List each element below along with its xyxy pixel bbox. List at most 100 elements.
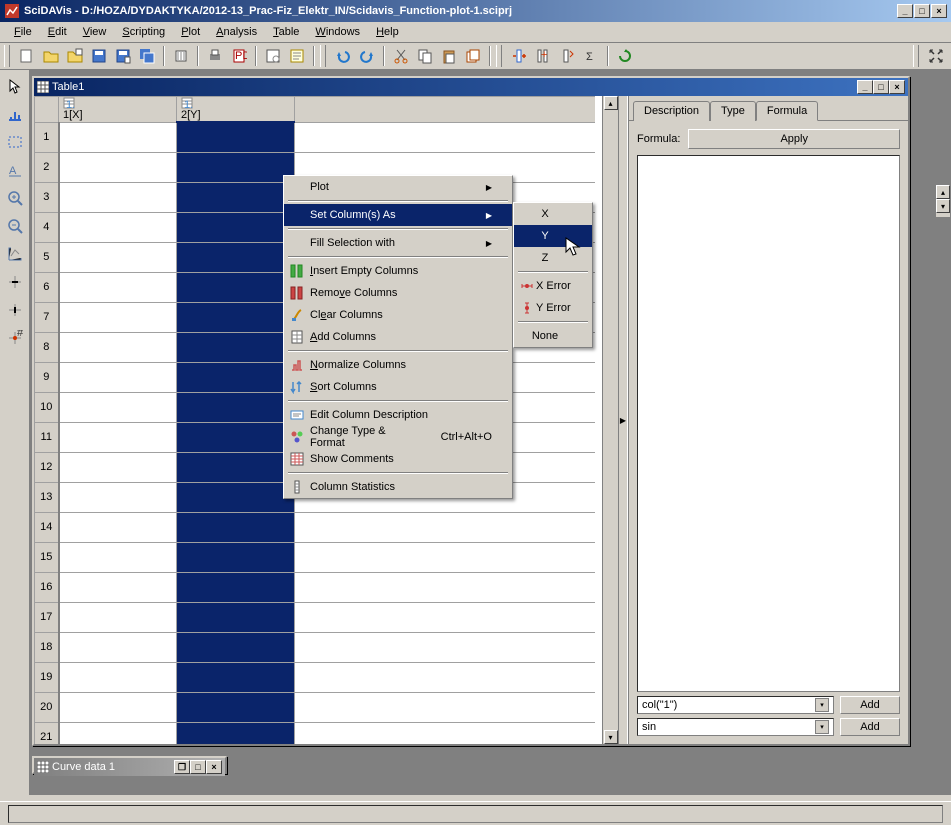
cell-selected[interactable] bbox=[177, 482, 295, 512]
cell-selected[interactable] bbox=[177, 692, 295, 722]
submenu-z[interactable]: Z bbox=[514, 247, 592, 269]
menu-help[interactable]: Help bbox=[368, 24, 407, 40]
ctx-add-columns[interactable]: Add Columns bbox=[284, 326, 512, 348]
zoom-in-icon[interactable] bbox=[3, 186, 27, 210]
table-window-titlebar[interactable]: Table1 _ □ × bbox=[34, 78, 908, 96]
cell-selected[interactable] bbox=[177, 122, 295, 152]
add-function-button[interactable]: Add bbox=[840, 718, 900, 736]
curve-restore-button[interactable]: ❐ bbox=[174, 760, 190, 774]
row-header[interactable]: 20 bbox=[35, 692, 59, 722]
cell[interactable] bbox=[59, 212, 177, 242]
ctx-show-comments[interactable]: Show Comments bbox=[284, 448, 512, 470]
cell-selected[interactable] bbox=[177, 362, 295, 392]
tab-formula[interactable]: Formula bbox=[756, 101, 818, 121]
explorer-icon[interactable] bbox=[262, 45, 284, 67]
zoom-out-icon[interactable] bbox=[3, 214, 27, 238]
row-header[interactable]: 11 bbox=[35, 422, 59, 452]
cell-selected[interactable] bbox=[177, 662, 295, 692]
ctx-clear-columns[interactable]: Clear Columns bbox=[284, 304, 512, 326]
cell-selected[interactable] bbox=[177, 182, 295, 212]
cell[interactable] bbox=[59, 242, 177, 272]
column-header-y[interactable]: 1.2 2[Y] bbox=[177, 97, 295, 123]
toolbar-grip-2[interactable] bbox=[320, 45, 326, 67]
open-template-icon[interactable] bbox=[64, 45, 86, 67]
cell-selected[interactable] bbox=[177, 242, 295, 272]
formula-textarea[interactable] bbox=[637, 155, 900, 692]
row-header[interactable]: 6 bbox=[35, 272, 59, 302]
row-header[interactable]: 9 bbox=[35, 362, 59, 392]
add-column-ref-button[interactable]: Add bbox=[840, 696, 900, 714]
scroll-down-button[interactable]: ▾ bbox=[604, 730, 618, 744]
cell[interactable] bbox=[59, 572, 177, 602]
cell-selected[interactable] bbox=[177, 632, 295, 662]
tab-type[interactable]: Type bbox=[710, 101, 756, 121]
recalculate-icon[interactable] bbox=[614, 45, 636, 67]
cell[interactable] bbox=[59, 542, 177, 572]
cell[interactable] bbox=[59, 452, 177, 482]
cell-selected[interactable] bbox=[177, 602, 295, 632]
add-column-icon[interactable] bbox=[508, 45, 530, 67]
set-column-icon[interactable] bbox=[556, 45, 578, 67]
apply-button[interactable]: Apply bbox=[688, 129, 900, 149]
expand-icon[interactable] bbox=[925, 45, 947, 67]
print-icon[interactable] bbox=[204, 45, 226, 67]
save-as-icon[interactable] bbox=[136, 45, 158, 67]
table-close-button[interactable]: × bbox=[889, 80, 905, 94]
cell-selected[interactable] bbox=[177, 332, 295, 362]
duplicate-icon[interactable] bbox=[462, 45, 484, 67]
row-header[interactable]: 15 bbox=[35, 542, 59, 572]
close-button[interactable]: × bbox=[931, 4, 947, 18]
menu-plot[interactable]: Plot bbox=[173, 24, 208, 40]
tab-description[interactable]: Description bbox=[633, 101, 710, 121]
ctx-remove-columns[interactable]: Remove Columns bbox=[284, 282, 512, 304]
ctx-insert-empty-columns[interactable]: Insert Empty Columns bbox=[284, 260, 512, 282]
menu-analysis[interactable]: Analysis bbox=[208, 24, 265, 40]
row-header[interactable]: 12 bbox=[35, 452, 59, 482]
menu-windows[interactable]: Windows bbox=[307, 24, 368, 40]
ctx-sort-columns[interactable]: Sort Columns bbox=[284, 376, 512, 398]
cell-selected[interactable] bbox=[177, 452, 295, 482]
table-maximize-button[interactable]: □ bbox=[873, 80, 889, 94]
open-icon[interactable] bbox=[40, 45, 62, 67]
menu-scripting[interactable]: Scripting bbox=[114, 24, 173, 40]
row-header[interactable]: 5 bbox=[35, 242, 59, 272]
ctx-normalize-columns[interactable]: Normalize Columns bbox=[284, 354, 512, 376]
cell[interactable] bbox=[59, 482, 177, 512]
cell-selected[interactable] bbox=[177, 212, 295, 242]
data-reader-icon[interactable] bbox=[3, 102, 27, 126]
cursor-h-icon[interactable] bbox=[3, 270, 27, 294]
paste-icon[interactable] bbox=[438, 45, 460, 67]
menu-edit[interactable]: Edit bbox=[40, 24, 75, 40]
cell-selected[interactable] bbox=[177, 572, 295, 602]
cell[interactable] bbox=[59, 692, 177, 722]
results-log-icon[interactable] bbox=[286, 45, 308, 67]
cell[interactable] bbox=[59, 512, 177, 542]
row-header[interactable]: 1 bbox=[35, 122, 59, 152]
mdi-scroll-handle[interactable]: ▴ ▾ bbox=[935, 184, 951, 218]
row-header[interactable]: 17 bbox=[35, 602, 59, 632]
row-header[interactable]: 10 bbox=[35, 392, 59, 422]
maximize-button[interactable]: □ bbox=[914, 4, 930, 18]
menu-table[interactable]: Table bbox=[265, 24, 307, 40]
ctx-plot[interactable]: Plot▶ bbox=[284, 176, 512, 198]
cell[interactable] bbox=[59, 632, 177, 662]
save-template-icon[interactable] bbox=[112, 45, 134, 67]
rescale-icon[interactable] bbox=[3, 242, 27, 266]
cell[interactable] bbox=[59, 182, 177, 212]
cell[interactable] bbox=[59, 152, 177, 182]
row-header[interactable]: 2 bbox=[35, 152, 59, 182]
select-data-icon[interactable] bbox=[3, 130, 27, 154]
ctx-edit-column-description[interactable]: Edit Column Description bbox=[284, 404, 512, 426]
table-vertical-scrollbar[interactable]: ▴ ▾ bbox=[602, 96, 618, 744]
cell[interactable] bbox=[59, 362, 177, 392]
function-dropdown[interactable]: sin▾ bbox=[637, 718, 834, 736]
cell[interactable] bbox=[59, 422, 177, 452]
ctx-set-column-as[interactable]: Set Column(s) As▶ bbox=[284, 204, 512, 226]
undo-icon[interactable] bbox=[332, 45, 354, 67]
cell[interactable] bbox=[59, 272, 177, 302]
curve-close-button[interactable]: × bbox=[206, 760, 222, 774]
cell-selected[interactable] bbox=[177, 422, 295, 452]
new-project-icon[interactable] bbox=[16, 45, 38, 67]
panel-collapse-handle[interactable] bbox=[618, 96, 628, 744]
row-header[interactable]: 13 bbox=[35, 482, 59, 512]
